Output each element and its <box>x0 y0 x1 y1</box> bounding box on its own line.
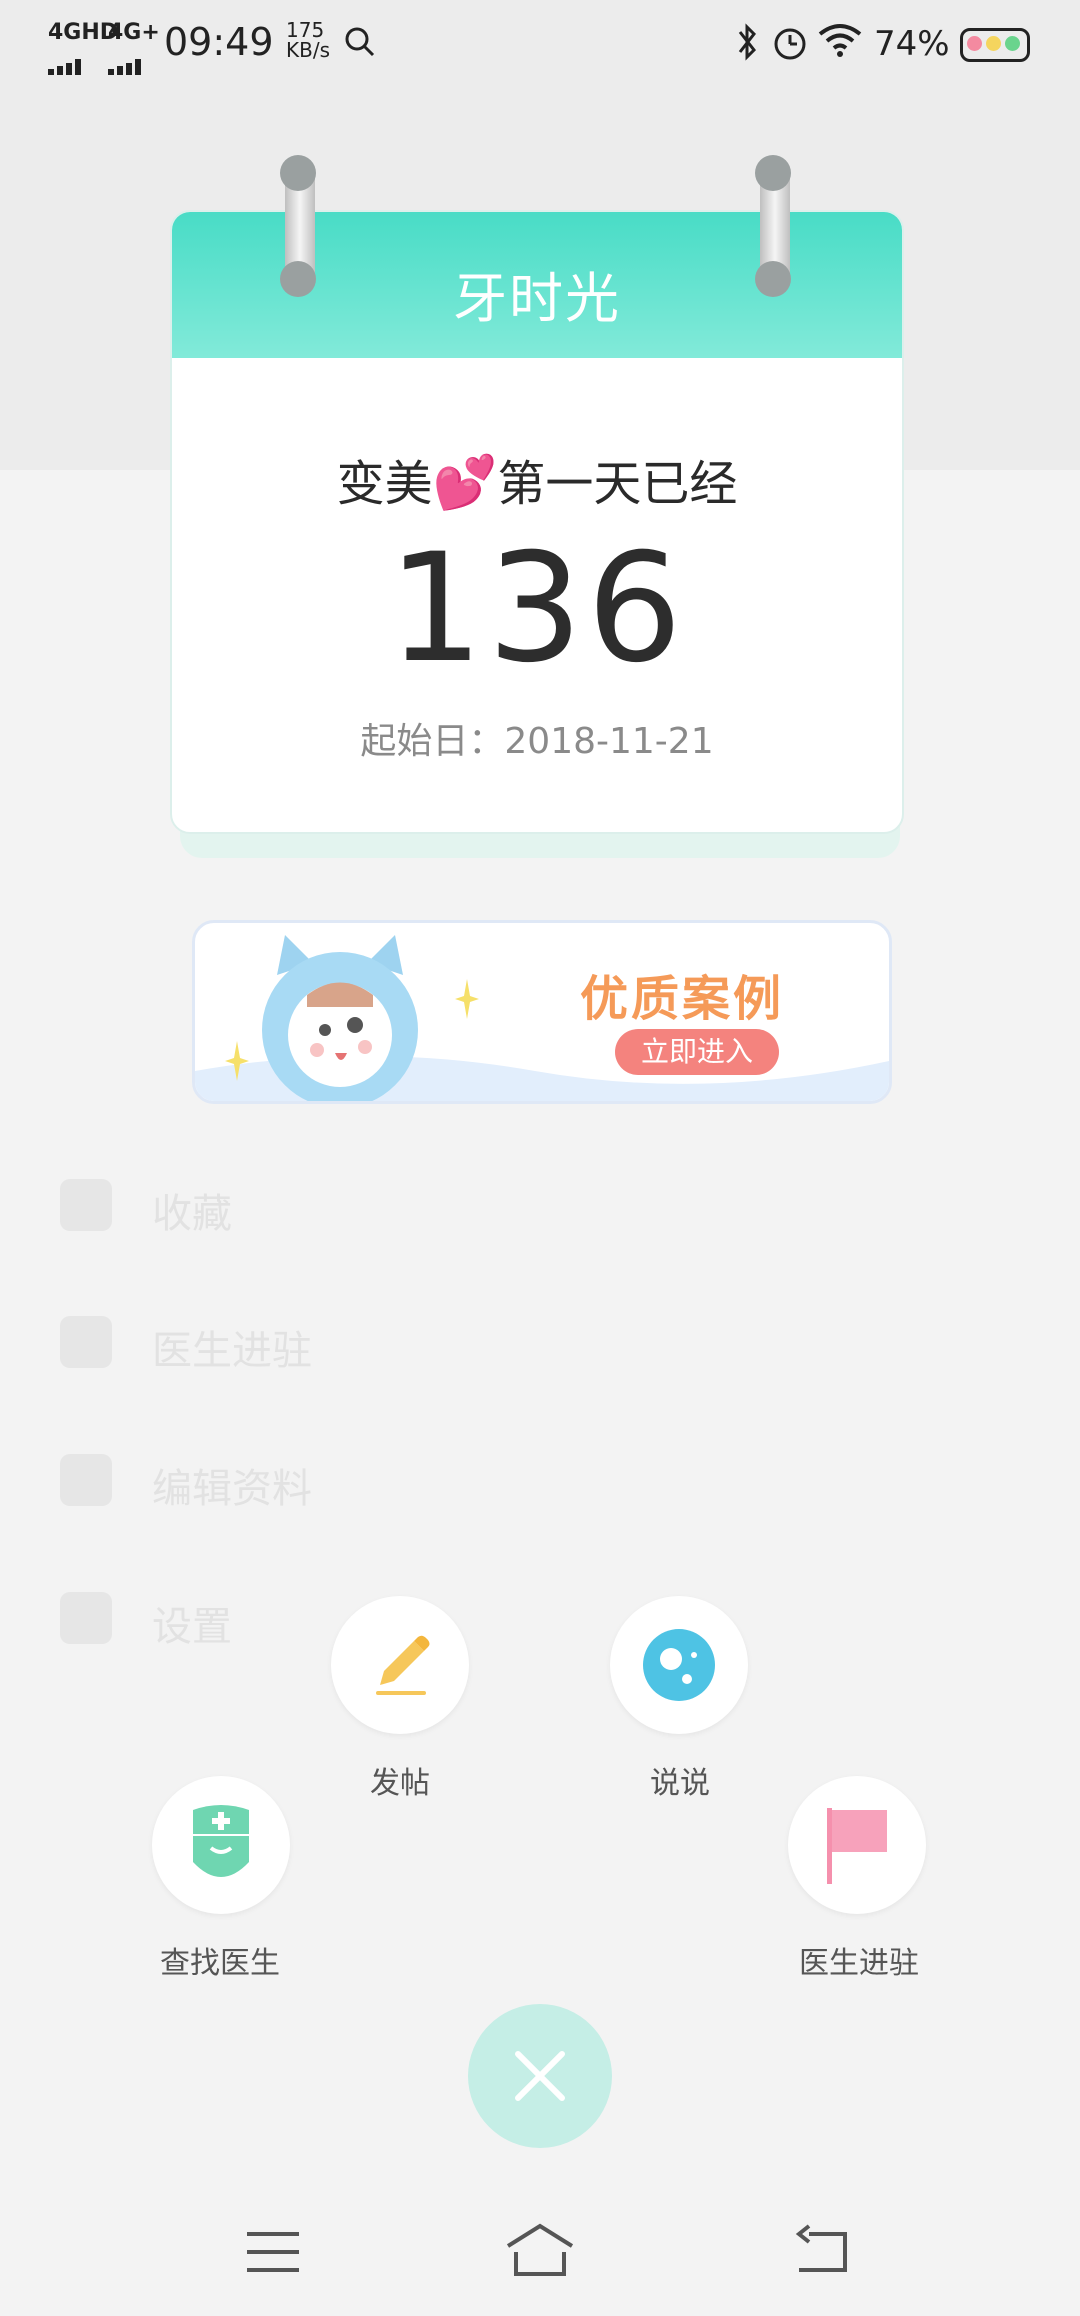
calendar-subtitle-before: 变美 <box>336 456 433 512</box>
star-icon <box>60 1179 112 1231</box>
start-date: 起始日：2018-11-21 <box>360 721 714 762</box>
background-menu-label: 设置 <box>152 1604 232 1650</box>
pencil-icon <box>376 1635 430 1695</box>
background-menu-label: 编辑资料 <box>152 1466 312 1512</box>
heart-icon: 💕 <box>432 453 498 513</box>
flag-icon <box>60 1316 112 1368</box>
network-speed: 175 KB/s <box>286 20 330 60</box>
signal-icon <box>108 44 150 75</box>
battery-icon <box>960 28 1030 62</box>
banner-title: 优质案例 <box>580 971 785 1027</box>
enter-now-button[interactable]: 立即进入 <box>615 1029 779 1075</box>
post-label: 发帖 <box>370 1766 430 1801</box>
clock: 09:49 <box>164 20 274 64</box>
home-icon[interactable] <box>504 2222 576 2278</box>
find-doctor-label: 查找医生 <box>160 1946 280 1981</box>
day-count: 136 <box>387 522 687 696</box>
status-bar: 4GHD 4G+ 09:49 175 KB/s 74% <box>0 0 1080 84</box>
alarm-icon <box>770 22 810 71</box>
close-button[interactable] <box>468 2004 612 2148</box>
search-icon <box>344 26 376 67</box>
calendar-ring-left-icon <box>280 155 316 297</box>
network-speed-value: 175 <box>286 18 325 42</box>
edit-icon <box>60 1454 112 1506</box>
system-nav-bar <box>0 2190 1080 2316</box>
gear-icon <box>60 1592 112 1644</box>
calendar-title: 牙时光 <box>453 267 621 330</box>
calendar-subtitle: 变美💕第一天已经 <box>172 444 902 514</box>
background-menu-label: 收藏 <box>152 1191 232 1237</box>
background-menu-item: 医生进驻 <box>0 1282 1080 1402</box>
calendar-subtitle-after: 第一天已经 <box>497 456 738 512</box>
find-doctor-button[interactable] <box>152 1776 290 1914</box>
calendar-ring-right-icon <box>755 155 791 297</box>
quality-cases-banner[interactable]: 优质案例 立即进入 <box>192 920 892 1104</box>
bluetooth-icon <box>734 22 760 71</box>
flag-icon <box>827 1808 887 1884</box>
post-button[interactable] <box>331 1596 469 1734</box>
signal-icon <box>48 44 90 75</box>
network-indicator-2: 4G+ <box>108 20 160 45</box>
talk-button[interactable] <box>610 1596 748 1734</box>
wifi-icon <box>818 22 862 67</box>
background-menu-item: 设置 <box>0 1558 1080 1678</box>
cat-mascot-icon <box>255 935 425 1101</box>
doctor-join-button[interactable] <box>788 1776 926 1914</box>
background-menu-item: 收藏 <box>0 1145 1080 1265</box>
doctor-join-label: 医生进驻 <box>799 1946 919 1981</box>
network-speed-unit: KB/s <box>286 38 330 62</box>
sparkle-icon <box>225 1041 249 1081</box>
battery-percent: 74% <box>874 24 950 64</box>
bubble-icon <box>643 1629 715 1701</box>
calendar-card: 牙时光 变美💕第一天已经 136 起始日：2018-11-21 <box>170 210 904 834</box>
menu-icon[interactable] <box>245 2230 301 2274</box>
sparkle-icon <box>455 979 479 1019</box>
talk-label: 说说 <box>650 1766 710 1801</box>
close-icon <box>515 2051 565 2101</box>
background-menu-item: 编辑资料 <box>0 1420 1080 1540</box>
doctor-icon <box>193 1805 249 1877</box>
back-icon[interactable] <box>795 2224 851 2274</box>
background-menu-label: 医生进驻 <box>152 1328 312 1374</box>
